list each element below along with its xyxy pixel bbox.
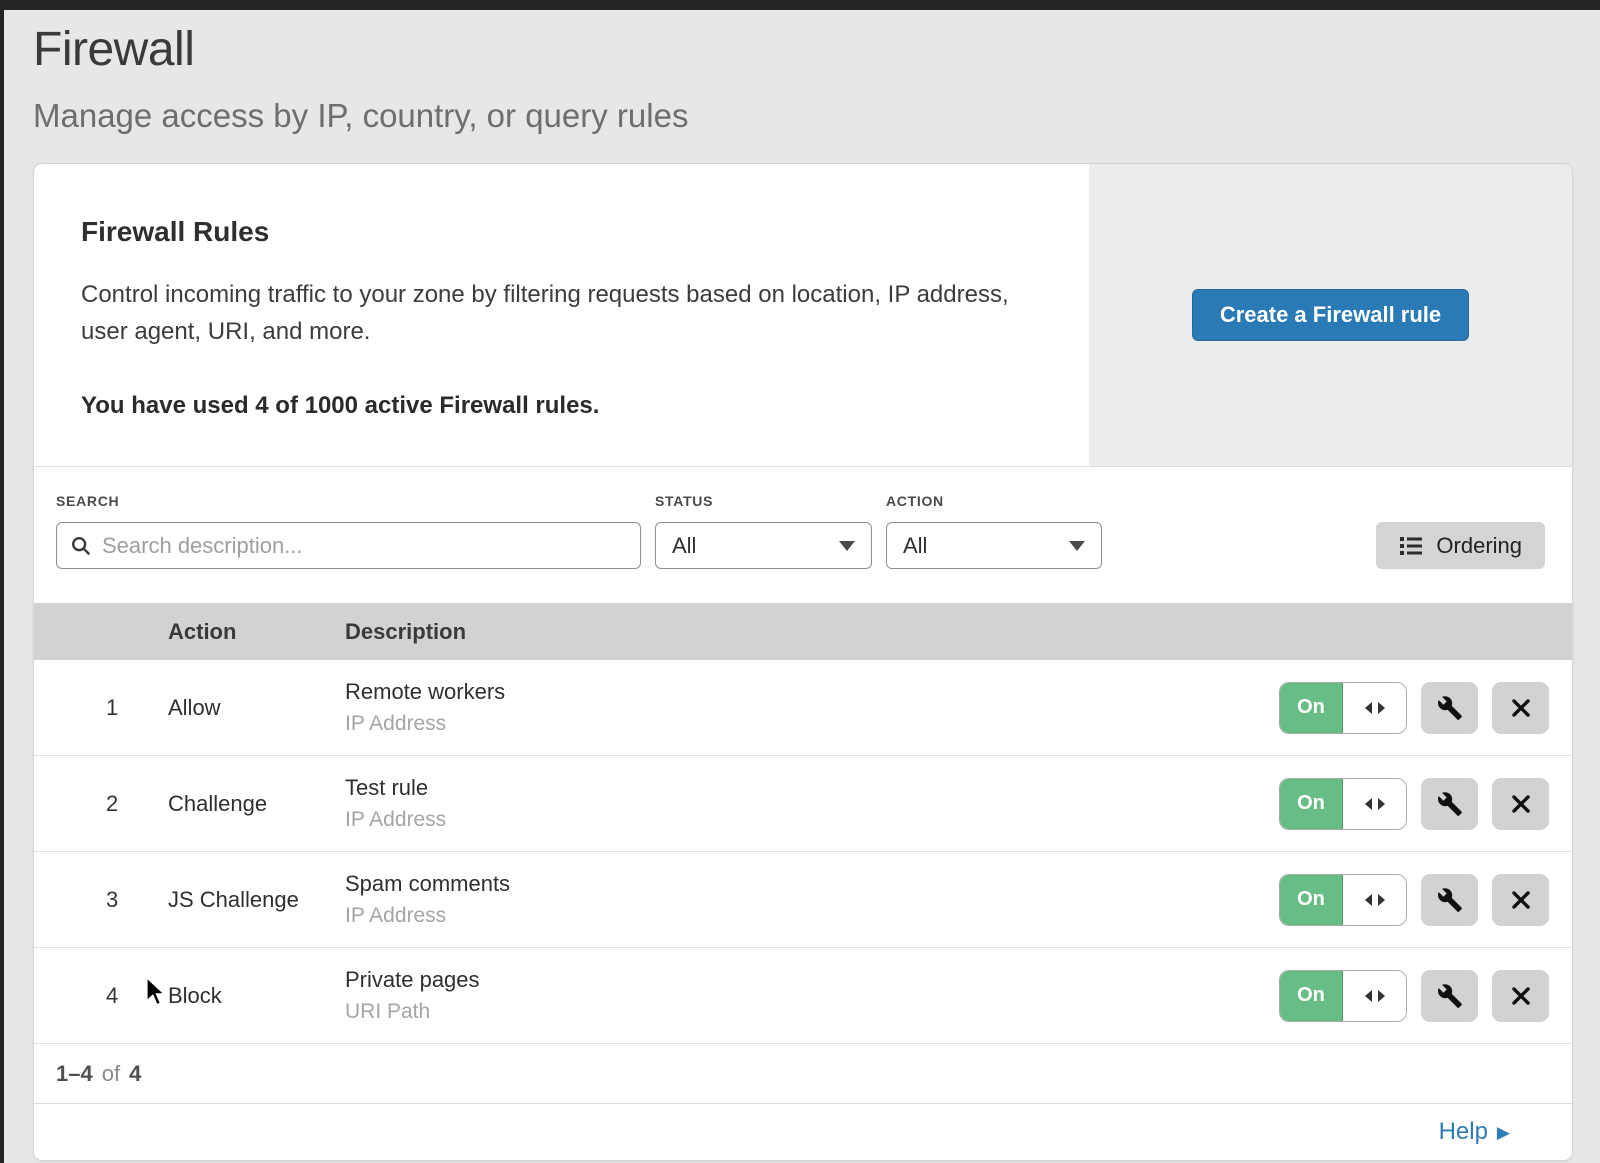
description-column-header: Description [345, 619, 1572, 645]
ordering-wrap: Ordering [1376, 522, 1545, 569]
left-right-arrows-icon [1343, 779, 1406, 829]
rule-description-cell: Spam comments IP Address [345, 871, 1279, 928]
card-header-text: Firewall Rules Control incoming traffic … [34, 164, 1089, 466]
rule-action: Block [168, 983, 345, 1009]
rule-description-cell: Test rule IP Address [345, 775, 1279, 832]
status-selected-value: All [672, 533, 696, 559]
table-row: 4 Block Private pages URI Path On [34, 948, 1572, 1044]
rule-priority: 1 [34, 695, 168, 721]
pagination-total: 4 [129, 1061, 141, 1087]
delete-rule-button[interactable] [1492, 778, 1549, 830]
search-field[interactable] [56, 522, 641, 569]
action-column-header: Action [168, 619, 345, 645]
screen-top-edge [0, 0, 1600, 10]
rule-description-cell: Private pages URI Path [345, 967, 1279, 1024]
pagination-of: of [102, 1061, 120, 1087]
rule-match-field: IP Address [345, 712, 1279, 736]
rule-enabled-toggle[interactable]: On [1279, 874, 1407, 926]
close-icon [1510, 889, 1532, 911]
page-title: Firewall [33, 22, 1577, 77]
status-label: STATUS [655, 493, 872, 509]
edit-rule-button[interactable] [1421, 682, 1478, 734]
toggle-on-label: On [1280, 683, 1343, 733]
card-heading: Firewall Rules [81, 216, 1029, 248]
ordered-list-icon [1399, 535, 1423, 557]
firewall-page: Firewall Manage access by IP, country, o… [4, 10, 1600, 1161]
delete-rule-button[interactable] [1492, 682, 1549, 734]
firewall-rules-card: Firewall Rules Control incoming traffic … [33, 163, 1573, 1161]
rule-description: Private pages [345, 967, 1279, 993]
chevron-down-icon [839, 541, 855, 551]
rule-controls: On [1279, 874, 1572, 926]
toggle-on-label: On [1280, 875, 1343, 925]
left-right-arrows-icon [1343, 875, 1406, 925]
edit-rule-button[interactable] [1421, 778, 1478, 830]
rule-description-cell: Remote workers IP Address [345, 679, 1279, 736]
help-link[interactable]: Help ▶ [1439, 1118, 1510, 1146]
help-link-label: Help [1439, 1118, 1488, 1146]
help-row: Help ▶ [34, 1104, 1572, 1160]
edit-rule-button[interactable] [1421, 874, 1478, 926]
status-filter: STATUS All [655, 493, 872, 569]
filters-bar: SEARCH STATUS All ACTION [34, 467, 1572, 603]
delete-rule-button[interactable] [1492, 970, 1549, 1022]
toggle-on-label: On [1280, 779, 1343, 829]
card-description: Control incoming traffic to your zone by… [81, 276, 1029, 350]
rule-description: Remote workers [345, 679, 1279, 705]
action-selected-value: All [903, 533, 927, 559]
search-icon [70, 535, 92, 557]
create-firewall-rule-button[interactable]: Create a Firewall rule [1192, 289, 1469, 341]
ordering-button[interactable]: Ordering [1376, 522, 1545, 569]
rule-priority: 2 [34, 791, 168, 817]
wrench-icon [1437, 695, 1463, 721]
rule-match-field: URI Path [345, 1000, 1279, 1024]
action-label: ACTION [886, 493, 1102, 509]
caret-right-icon: ▶ [1497, 1124, 1510, 1141]
pagination-range: 1–4 [56, 1061, 93, 1087]
rule-priority: 3 [34, 887, 168, 913]
chevron-down-icon [1069, 541, 1085, 551]
toggle-on-label: On [1280, 971, 1343, 1021]
create-rule-panel: Create a Firewall rule [1089, 164, 1572, 466]
search-label: SEARCH [56, 493, 641, 509]
page-subtitle: Manage access by IP, country, or query r… [33, 97, 1577, 135]
rule-controls: On [1279, 778, 1572, 830]
rule-action: JS Challenge [168, 887, 345, 913]
action-filter: ACTION All [886, 493, 1102, 569]
left-right-arrows-icon [1343, 683, 1406, 733]
pagination: 1–4 of 4 [34, 1044, 1572, 1104]
wrench-icon [1437, 983, 1463, 1009]
rule-priority: 4 [34, 983, 168, 1009]
rules-usage-text: You have used 4 of 1000 active Firewall … [81, 392, 1029, 420]
table-row: 3 JS Challenge Spam comments IP Address … [34, 852, 1572, 948]
search-filter: SEARCH [56, 493, 641, 569]
rule-enabled-toggle[interactable]: On [1279, 778, 1407, 830]
close-icon [1510, 793, 1532, 815]
rule-action: Allow [168, 695, 345, 721]
search-input[interactable] [102, 533, 627, 559]
rule-controls: On [1279, 970, 1572, 1022]
rule-action: Challenge [168, 791, 345, 817]
close-icon [1510, 697, 1532, 719]
rule-match-field: IP Address [345, 808, 1279, 832]
edit-rule-button[interactable] [1421, 970, 1478, 1022]
rule-description: Test rule [345, 775, 1279, 801]
rule-description: Spam comments [345, 871, 1279, 897]
card-header-section: Firewall Rules Control incoming traffic … [34, 164, 1572, 467]
table-row: 1 Allow Remote workers IP Address On [34, 660, 1572, 756]
action-select[interactable]: All [886, 522, 1102, 569]
table-row: 2 Challenge Test rule IP Address On [34, 756, 1572, 852]
status-select[interactable]: All [655, 522, 872, 569]
delete-rule-button[interactable] [1492, 874, 1549, 926]
wrench-icon [1437, 791, 1463, 817]
close-icon [1510, 985, 1532, 1007]
rule-enabled-toggle[interactable]: On [1279, 682, 1407, 734]
table-header: Action Description [34, 603, 1572, 660]
rule-controls: On [1279, 682, 1572, 734]
left-right-arrows-icon [1343, 971, 1406, 1021]
ordering-button-label: Ordering [1436, 533, 1522, 559]
rule-match-field: IP Address [345, 904, 1279, 928]
wrench-icon [1437, 887, 1463, 913]
rule-enabled-toggle[interactable]: On [1279, 970, 1407, 1022]
